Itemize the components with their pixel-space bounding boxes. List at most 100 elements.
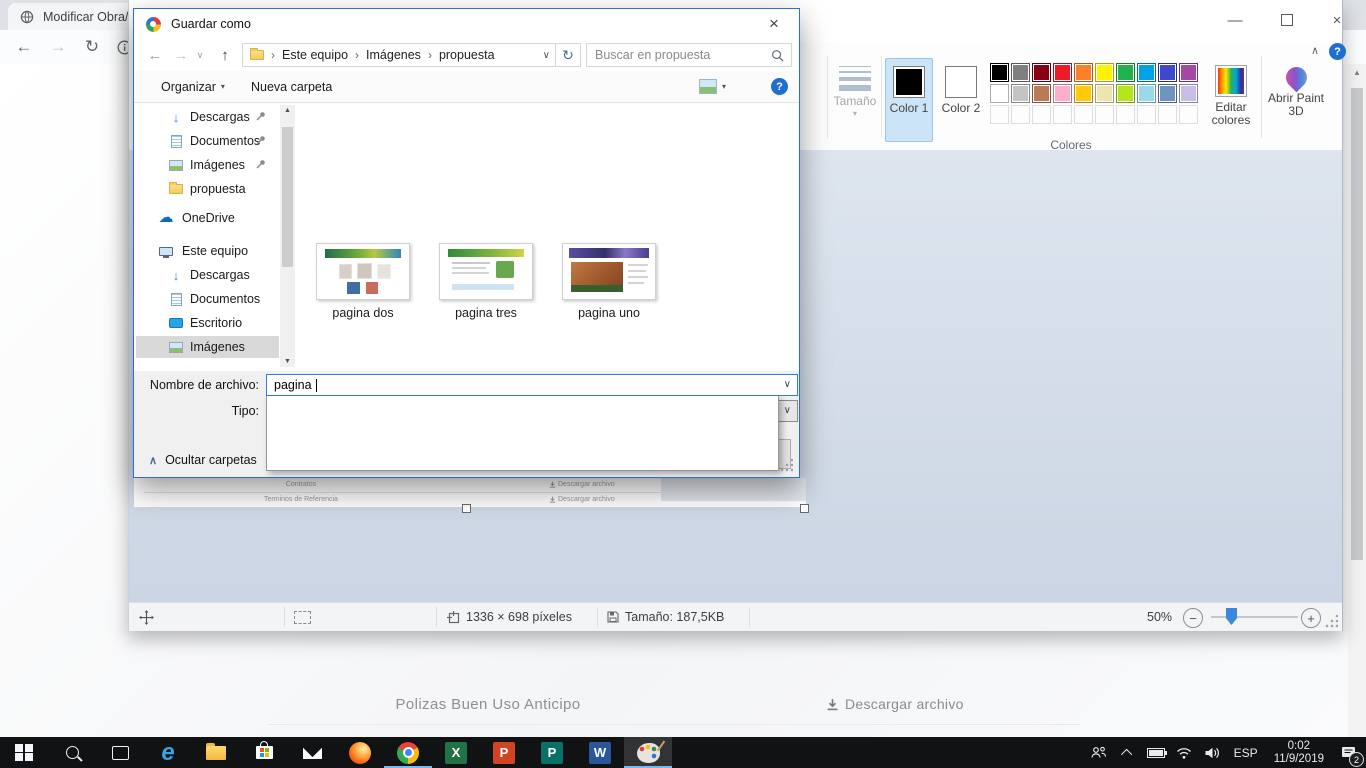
palette-swatch-empty[interactable]	[1158, 105, 1177, 124]
maximize-button[interactable]	[1269, 8, 1305, 32]
collapse-ribbon-icon[interactable]: ∧	[1305, 44, 1325, 57]
scrollbar-thumb[interactable]	[282, 127, 293, 267]
canvas-resize-handle-corner[interactable]	[800, 504, 809, 513]
search-input[interactable]: Buscar en propuesta	[586, 43, 792, 67]
palette-swatch-empty[interactable]	[1179, 105, 1198, 124]
palette-swatch[interactable]	[1158, 84, 1177, 103]
palette-swatch[interactable]	[1053, 63, 1072, 82]
palette-swatch[interactable]	[1179, 84, 1198, 103]
taskbar-excel-button[interactable]: X	[432, 737, 480, 768]
file-item-pagina-uno[interactable]: pagina uno	[561, 243, 657, 320]
breadcrumb-item[interactable]: Imágenes	[366, 48, 421, 62]
palette-swatch[interactable]	[1074, 63, 1093, 82]
taskbar-mail-button[interactable]	[288, 737, 336, 768]
start-button[interactable]	[0, 737, 48, 768]
file-item-pagina-dos[interactable]: pagina dos	[315, 243, 411, 320]
edit-colors-button[interactable]: Editar colores	[1205, 58, 1257, 127]
dialog-help-button[interactable]: ?	[771, 71, 788, 102]
palette-swatch-empty[interactable]	[1137, 105, 1156, 124]
sidebar-item-imagenes-pinned[interactable]: Imágenes	[136, 154, 279, 176]
color2-button[interactable]: Color 2	[937, 58, 985, 142]
download-link[interactable]: Descargar archivo	[826, 685, 964, 723]
size-button[interactable]: Tamaño ▾	[831, 58, 879, 118]
palette-swatch-empty[interactable]	[1074, 105, 1093, 124]
sidebar-item-propuesta[interactable]: propuesta	[136, 178, 279, 200]
palette-swatch[interactable]	[1116, 84, 1135, 103]
close-button[interactable]: ×	[1319, 8, 1355, 32]
palette-swatch[interactable]	[1032, 84, 1051, 103]
taskbar-firefox-button[interactable]	[336, 737, 384, 768]
scrollbar-down-arrow[interactable]: ▼	[280, 358, 295, 365]
hide-folders-button[interactable]: ∧ Ocultar carpetas	[149, 450, 257, 470]
sidebar-item-documentos-pinned[interactable]: Documentos	[136, 130, 279, 152]
palette-swatch[interactable]	[990, 84, 1009, 103]
palette-swatch[interactable]	[1053, 84, 1072, 103]
dialog-forward-icon[interactable]: →	[170, 39, 192, 71]
palette-swatch-empty[interactable]	[1032, 105, 1051, 124]
palette-swatch[interactable]	[1116, 63, 1135, 82]
dialog-resize-grip[interactable]	[780, 459, 793, 472]
zoom-slider-track[interactable]	[1211, 616, 1298, 618]
browser-back-icon[interactable]: ←	[10, 30, 38, 64]
show-hidden-icons-button[interactable]	[1114, 737, 1142, 768]
up-folder-icon[interactable]: ↑	[214, 39, 236, 71]
address-dropdown-icon[interactable]: ∨	[543, 50, 550, 61]
open-paint3d-button[interactable]: Abrir Paint 3D	[1267, 58, 1325, 118]
sidebar-item-descargas-pinned[interactable]: ↓ Descargas	[136, 106, 279, 128]
taskbar-edge-button[interactable]: e	[144, 737, 192, 768]
palette-swatch[interactable]	[1032, 63, 1051, 82]
palette-swatch[interactable]	[1095, 84, 1114, 103]
minimize-button[interactable]: —	[1217, 8, 1253, 32]
dialog-close-button[interactable]: ×	[757, 11, 791, 36]
palette-swatch[interactable]	[1137, 63, 1156, 82]
sidebar-item-documentos[interactable]: Documentos	[136, 288, 279, 310]
color1-button[interactable]: Color 1	[885, 58, 933, 142]
palette-swatch-empty[interactable]	[1011, 105, 1030, 124]
taskbar-word-button[interactable]: W	[576, 737, 624, 768]
palette-swatch-empty[interactable]	[990, 105, 1009, 124]
taskbar-chrome-button[interactable]	[384, 737, 432, 768]
browser-refresh-icon[interactable]: ↻	[78, 30, 106, 64]
taskbar-search-button[interactable]	[48, 737, 96, 768]
palette-swatch-empty[interactable]	[1095, 105, 1114, 124]
scrollbar-thumb[interactable]	[1351, 88, 1363, 560]
taskbar-powerpoint-button[interactable]: P	[480, 737, 528, 768]
view-mode-button[interactable]: ▾	[699, 71, 726, 102]
palette-swatch[interactable]	[1137, 84, 1156, 103]
paint-resize-grip[interactable]	[1325, 615, 1338, 628]
pin-icon[interactable]	[256, 159, 266, 169]
history-dropdown-icon[interactable]: ∨	[192, 39, 208, 71]
scrollbar-up-arrow[interactable]: ▲	[1348, 68, 1366, 77]
browser-scrollbar[interactable]: ▲	[1348, 64, 1366, 738]
palette-swatch[interactable]	[990, 63, 1009, 82]
browser-forward-icon[interactable]: →	[44, 30, 72, 64]
organize-button[interactable]: Organizar ▾	[161, 71, 225, 102]
help-icon[interactable]: ?	[1329, 43, 1346, 60]
palette-swatch[interactable]	[1011, 84, 1030, 103]
palette-swatch[interactable]	[1074, 84, 1093, 103]
sidebar-item-imagenes-selected[interactable]: Imágenes	[136, 336, 279, 358]
canvas-resize-handle-bottom[interactable]	[462, 504, 471, 513]
zoom-in-button[interactable]: +	[1301, 608, 1321, 628]
palette-swatch-empty[interactable]	[1116, 105, 1135, 124]
action-center-button[interactable]: 2	[1332, 737, 1366, 768]
scrollbar-up-arrow[interactable]: ▲	[280, 107, 295, 114]
language-indicator[interactable]: ESP	[1226, 737, 1266, 768]
dialog-back-icon[interactable]: ←	[144, 39, 166, 71]
taskbar-file-explorer-button[interactable]	[192, 737, 240, 768]
palette-swatch[interactable]	[1011, 63, 1030, 82]
zoom-out-button[interactable]: −	[1183, 608, 1203, 628]
chevron-down-icon[interactable]: ∨	[784, 379, 791, 390]
file-item-pagina-tres[interactable]: pagina tres	[438, 243, 534, 320]
palette-swatch[interactable]	[1095, 63, 1114, 82]
sidebar-scrollbar[interactable]: ▲ ▼	[280, 105, 295, 367]
pin-icon[interactable]	[256, 111, 266, 121]
taskbar-paint-button[interactable]	[624, 737, 672, 768]
sidebar-item-este-equipo[interactable]: Este equipo	[136, 240, 279, 262]
sidebar-item-escritorio[interactable]: Escritorio	[136, 312, 279, 334]
wifi-icon[interactable]	[1170, 737, 1198, 768]
palette-swatch[interactable]	[1158, 63, 1177, 82]
filename-input[interactable]: pagina ∨	[266, 374, 798, 396]
palette-swatch-empty[interactable]	[1053, 105, 1072, 124]
volume-icon[interactable]	[1198, 737, 1226, 768]
